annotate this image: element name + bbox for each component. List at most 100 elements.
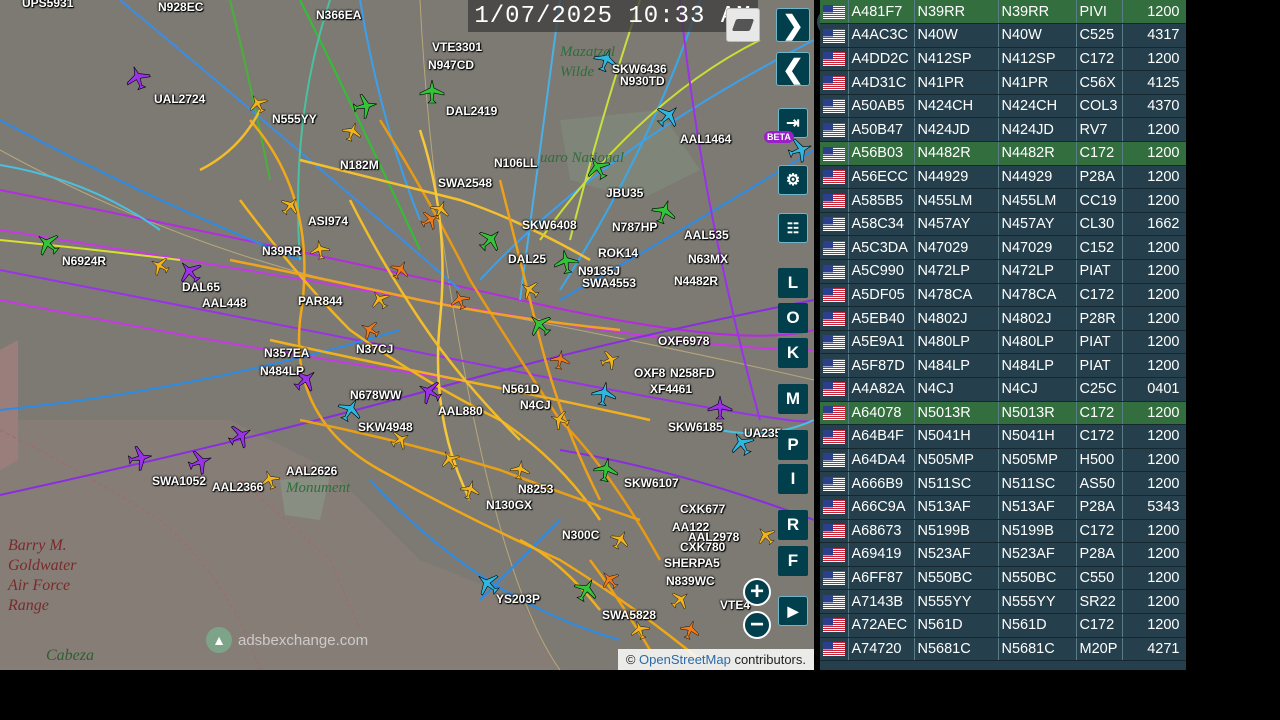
flight-label[interactable]: N357EA <box>264 346 309 360</box>
filter-letter-button-l[interactable]: L <box>778 268 808 298</box>
flight-label[interactable]: N787HP <box>612 220 657 234</box>
settings-button[interactable]: ⚙ <box>778 165 808 195</box>
flight-label[interactable]: DAL2419 <box>446 104 497 118</box>
flight-label[interactable]: ASI974 <box>308 214 348 228</box>
table-row[interactable]: A5C990 N472LP N472LP PIAT 1200 <box>820 259 1186 284</box>
table-row[interactable]: A64078 N5013R N5013R C172 1200 <box>820 401 1186 426</box>
flight-label[interactable]: N39RR <box>262 244 301 258</box>
replay-button[interactable]: ▶ <box>778 596 808 626</box>
flight-label[interactable]: SHERPA5 <box>664 556 720 570</box>
flight-label[interactable]: N258FD <box>670 366 715 380</box>
flight-label[interactable]: AAL880 <box>438 404 483 418</box>
table-row[interactable]: A5EB40 N4802J N4802J P28R 1200 <box>820 306 1186 331</box>
flight-label[interactable]: N182M <box>340 158 379 172</box>
table-row[interactable]: A74720 N5681C N5681C M20P 4271 <box>820 637 1186 662</box>
flight-label[interactable]: CXK677 <box>680 502 725 516</box>
flight-label[interactable]: AAL448 <box>202 296 247 310</box>
table-row[interactable]: A68673 N5199B N5199B C172 1200 <box>820 519 1186 544</box>
flight-label[interactable]: YS203P <box>496 592 540 606</box>
table-row[interactable]: A6FF87 N550BC N550BC C550 1200 <box>820 566 1186 591</box>
filter-letter-button-i[interactable]: I <box>778 464 808 494</box>
flight-label[interactable]: SWA2548 <box>438 176 492 190</box>
zoom-out-button[interactable]: − <box>743 611 771 639</box>
flight-label[interactable]: DAL65 <box>182 280 220 294</box>
filter-letter-button-r[interactable]: R <box>778 510 808 540</box>
aircraft-table-panel[interactable]: A481F7 N39RR N39RR PIVI 1200 A4AC3C N40W N40W C5… <box>820 0 1186 670</box>
table-row[interactable]: A64B4F N5041H N5041H C172 1200 <box>820 424 1186 449</box>
flight-label[interactable]: N678WW <box>350 388 401 402</box>
table-row[interactable]: A5C3DA N47029 N47029 C152 1200 <box>820 235 1186 261</box>
table-row[interactable]: A58C34 N457AY N457AY CL30 1662 <box>820 212 1186 237</box>
table-row[interactable]: A4AC3C N40W N40W C525 4317 <box>820 23 1186 48</box>
filter-letter-button-f[interactable]: F <box>778 546 808 576</box>
table-row[interactable]: A66C9A N513AF N513AF P28A 5343 <box>820 495 1186 520</box>
flight-label[interactable]: SWA4553 <box>582 276 636 290</box>
layers-button[interactable] <box>726 8 760 42</box>
flight-label[interactable]: AAL535 <box>684 228 729 242</box>
table-row[interactable]: A5E9A1 N480LP N480LP PIAT 1200 <box>820 330 1186 355</box>
previous-button[interactable]: ❮ <box>776 52 810 86</box>
table-row[interactable]: A50AB5 N424CH N424CH COL3 4370 <box>820 94 1186 119</box>
flight-label[interactable]: N300C <box>562 528 599 542</box>
table-row[interactable]: A72AEC N561D N561D C172 1200 <box>820 613 1186 638</box>
flight-label[interactable]: UAL2724 <box>154 92 205 106</box>
flight-label[interactable]: N555YY <box>272 112 317 126</box>
table-row[interactable]: A4A82A N4CJ N4CJ C25C 0401 <box>820 377 1186 402</box>
table-row[interactable]: A4D31C N41PR N41PR C56X 4125 <box>820 70 1186 95</box>
table-row[interactable]: A64DA4 N505MP N505MP H500 1200 <box>820 448 1186 473</box>
flight-label[interactable]: JBU35 <box>606 186 643 200</box>
flight-label[interactable]: SWA5828 <box>602 608 656 622</box>
flight-label[interactable]: OXF8 <box>634 366 665 380</box>
flight-label[interactable]: UPS5931 <box>22 0 73 10</box>
flight-label[interactable]: SKW6185 <box>668 420 723 434</box>
map-view[interactable]: Barry M. Goldwater Air Force Range Cabeza… <box>0 0 814 670</box>
filter-letter-button-m[interactable]: M <box>778 384 808 414</box>
flight-label[interactable]: SWA1052 <box>152 474 206 488</box>
filter-letter-button-o[interactable]: O <box>778 303 808 333</box>
flight-label[interactable]: N6924R <box>62 254 106 268</box>
table-row[interactable]: A7143B N555YY N555YY SR22 1200 <box>820 589 1186 614</box>
table-row[interactable]: A481F7 N39RR N39RR PIVI 1200 <box>820 0 1186 25</box>
flight-label[interactable]: N4482R <box>674 274 718 288</box>
flight-label[interactable]: N561D <box>502 382 539 396</box>
table-row[interactable]: A666B9 N511SC N511SC AS50 1200 <box>820 471 1186 496</box>
openstreetmap-link[interactable]: OpenStreetMap <box>639 652 731 667</box>
next-button[interactable]: ❯ <box>776 8 810 42</box>
flight-label[interactable]: AA122 <box>672 520 709 534</box>
flight-label[interactable]: ROK14 <box>598 246 638 260</box>
flight-label[interactable]: N484LP <box>260 364 304 378</box>
flight-label[interactable]: AAL1464 <box>680 132 731 146</box>
filter-letter-button-k[interactable]: K <box>778 338 808 368</box>
flight-label[interactable]: AAL2626 <box>286 464 337 478</box>
flight-label[interactable]: AAL2366 <box>212 480 263 494</box>
flight-label[interactable]: SKW6408 <box>522 218 577 232</box>
table-row[interactable]: A56B03 N4482R N4482R C172 1200 <box>820 141 1186 166</box>
flight-label[interactable]: N839WC <box>666 574 715 588</box>
flight-label[interactable]: CXK780 <box>680 540 725 554</box>
flight-label[interactable]: XF4461 <box>650 382 692 396</box>
flight-label[interactable]: N63MX <box>688 252 728 266</box>
flight-label[interactable]: N130GX <box>486 498 532 512</box>
table-row[interactable]: A69419 N523AF N523AF P28A 1200 <box>820 542 1186 567</box>
flight-label[interactable]: N4CJ <box>520 398 551 412</box>
flight-label[interactable]: PAR844 <box>298 294 342 308</box>
zoom-in-button[interactable]: + <box>743 578 771 606</box>
flight-label[interactable]: N930TD <box>620 74 665 88</box>
flight-label[interactable]: N8253 <box>518 482 553 496</box>
flight-label[interactable]: SKW4948 <box>358 420 413 434</box>
flight-label[interactable]: N928EC <box>158 0 203 14</box>
flight-label[interactable]: N37CJ <box>356 342 393 356</box>
filter-button[interactable]: ☷ <box>778 213 808 243</box>
table-row[interactable]: A585B5 N455LM N455LM CC19 1200 <box>820 188 1186 213</box>
table-row[interactable]: A50B47 N424JD N424JD RV7 1200 <box>820 117 1186 143</box>
flight-label[interactable]: UA235 <box>744 426 781 440</box>
flight-label[interactable]: VTE3301 <box>432 40 482 54</box>
table-row[interactable]: A5DF05 N478CA N478CA C172 1200 <box>820 283 1186 308</box>
table-row[interactable]: A56ECC N44929 N44929 P28A 1200 <box>820 165 1186 190</box>
flight-label[interactable]: N106LL <box>494 156 537 170</box>
flight-label[interactable]: SKW6107 <box>624 476 679 490</box>
flight-label[interactable]: DAL25 <box>508 252 546 266</box>
flight-label[interactable]: OXF6978 <box>658 334 709 348</box>
table-row[interactable]: A4DD2C N412SP N412SP C172 1200 <box>820 47 1186 72</box>
filter-letter-button-p[interactable]: P <box>778 430 808 460</box>
